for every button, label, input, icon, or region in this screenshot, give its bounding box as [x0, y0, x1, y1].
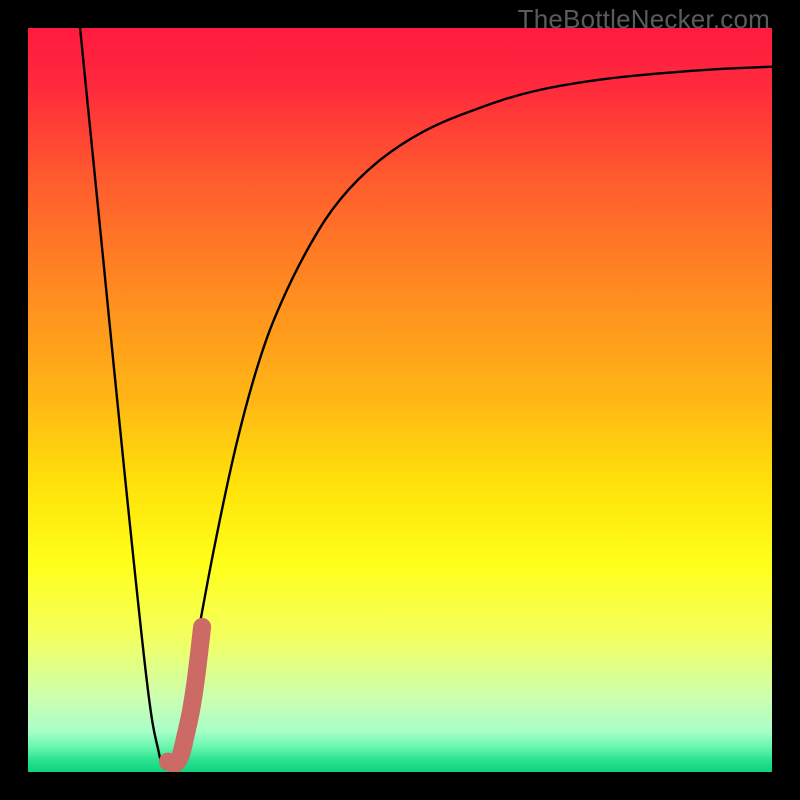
gradient-background: [28, 28, 772, 772]
watermark-text: TheBottleNecker.com: [518, 4, 770, 35]
plot-area: [28, 28, 772, 772]
chart-frame: TheBottleNecker.com: [0, 0, 800, 800]
chart-svg: [28, 28, 772, 772]
